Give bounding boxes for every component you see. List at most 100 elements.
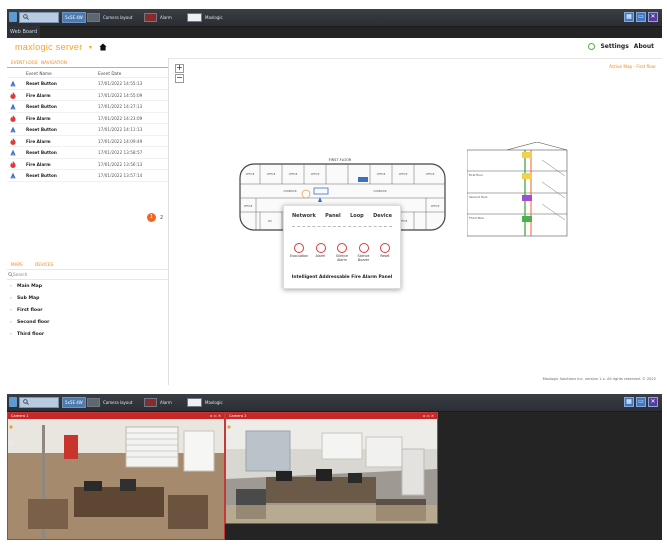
taskbar-item-label: Maxlogic (205, 15, 223, 20)
home-icon[interactable] (99, 43, 107, 51)
room-label: OFFICE (289, 173, 298, 176)
event-row[interactable]: Reset Button 17/01/2022 14:55:13 (7, 78, 168, 90)
zoom-in-button[interactable]: + (175, 64, 184, 73)
window-controls: ▦ ▭ ✕ (624, 12, 658, 22)
event-row[interactable]: Fire Alarm 17/01/2022 14:23:09 (7, 113, 168, 124)
selected-device-marker[interactable] (358, 177, 368, 182)
chevron-right-icon[interactable]: › (10, 296, 12, 301)
tab-event-logs[interactable]: Event Logs (11, 60, 38, 65)
reset-icon (10, 126, 16, 134)
map-canvas[interactable]: + − Active Map - First floor FIRST FLOOR… (169, 58, 662, 385)
event-row[interactable]: Reset Button 17/01/2022 13:58:57 (7, 147, 168, 159)
breadcrumb: Active Map - First floor (609, 64, 656, 69)
taskbar-item-camera-layout[interactable]: Camera layout (87, 12, 132, 23)
event-name: Reset Button (26, 173, 57, 178)
event-row[interactable]: Reset Button 17/01/2022 13:57:14 (7, 170, 168, 182)
chevron-right-icon[interactable]: › (10, 332, 12, 337)
event-name: Reset Button (26, 81, 57, 86)
map-item[interactable]: › Main Map (7, 281, 168, 293)
page-1-button[interactable]: 1 (147, 213, 156, 222)
room-label: OFFICE (246, 173, 255, 176)
layout-button[interactable]: 5x5E 4W (62, 12, 86, 23)
grid-view-button[interactable]: ▦ (624, 397, 634, 407)
event-name: Reset Button (26, 104, 57, 109)
chevron-right-icon[interactable]: › (10, 308, 12, 313)
search-input[interactable] (19, 12, 59, 23)
camera-pane-2[interactable]: Camera 2 ▫ ▭ ✕ (225, 412, 438, 524)
alarm-button[interactable]: Alarm (312, 243, 330, 262)
start-icon[interactable] (9, 12, 17, 22)
map-item[interactable]: › Third floor (7, 329, 168, 341)
map-item[interactable]: › First floor (7, 305, 168, 317)
settings-link[interactable]: Settings (600, 43, 628, 50)
camera-pane-1[interactable]: Camera 1 ▫ ▭ ✕ (7, 412, 225, 540)
silence-buzzer-button[interactable]: Silence Buzzer (355, 243, 373, 262)
panel-commands: Evacuation Alarm Silence Alarm Silence B… (290, 243, 394, 262)
reset-button[interactable]: Reset (376, 243, 394, 262)
room-label: OFFICE (431, 205, 440, 208)
taskbar-item-label: Alarm (160, 400, 172, 405)
single-view-button[interactable]: ▭ (636, 12, 646, 22)
taskbar-item-maxlogic[interactable]: Maxlogic (187, 397, 223, 408)
panel-title: Intelligent Addressable Fire Alarm Panel (291, 275, 393, 280)
maxlogic-app: maxlogic server ▾ Settings About Event L… (7, 38, 662, 385)
floor-plan-title: FIRST FLOOR (329, 158, 352, 162)
map-item-label: Main Map (17, 284, 43, 289)
map-tree: › Main Map › Sub Map › First floor › Second flo… (7, 281, 168, 341)
alarm-icon (315, 243, 326, 253)
search-input[interactable] (19, 397, 59, 408)
start-icon[interactable] (9, 397, 17, 407)
col-event-date[interactable]: Event Date (98, 71, 121, 76)
map-search-input[interactable]: Search (7, 270, 168, 280)
event-name: Fire Alarm (26, 161, 51, 167)
chevron-right-icon[interactable]: › (10, 320, 12, 325)
loop-label: Loop (350, 213, 364, 219)
header-actions: Settings About (588, 43, 654, 50)
about-link[interactable]: About (634, 43, 654, 50)
close-button[interactable]: ✕ (648, 397, 658, 407)
taskbar-item-camera-layout[interactable]: Camera layout (87, 397, 132, 408)
close-button[interactable]: ✕ (648, 12, 658, 22)
search-placeholder: Search (13, 272, 28, 277)
logo-dropdown-icon[interactable]: ▾ (89, 44, 92, 51)
evacuation-icon (294, 243, 304, 253)
col-event-name[interactable]: Event Name (26, 71, 52, 76)
reset-icon (380, 243, 390, 253)
event-row[interactable]: Fire Alarm 17/01/2022 14:09:49 (7, 136, 168, 147)
search-icon (23, 14, 29, 20)
left-panel: Event Logs Navigation Event Name Event D… (7, 58, 169, 385)
event-row[interactable]: Reset Button 17/01/2022 14:11:13 (7, 124, 168, 136)
taskbar-item-maxlogic[interactable]: Maxlogic (187, 12, 223, 23)
silence-alarm-button[interactable]: Silence Alarm (333, 243, 351, 262)
event-date: 17/01/2022 13:58:57 (98, 150, 143, 155)
chevron-right-icon[interactable]: › (10, 284, 12, 289)
section-third-floor: Third floor (468, 216, 485, 220)
map-item[interactable]: › Second floor (7, 317, 168, 329)
map-thumb (187, 398, 202, 407)
map-item[interactable]: › Sub Map (7, 293, 168, 305)
tab-navigation[interactable]: Navigation (41, 60, 67, 65)
room-label: CORRIDOR (284, 190, 297, 193)
event-table-header: Event Name Event Date (7, 69, 168, 78)
reset-icon (10, 103, 16, 111)
taskbar-item-alarm[interactable]: Alarm (144, 397, 172, 408)
taskbar-item-alarm[interactable]: Alarm (144, 12, 172, 23)
event-row[interactable]: Fire Alarm 17/01/2022 13:56:13 (7, 159, 168, 170)
single-view-button[interactable]: ▭ (636, 397, 646, 407)
tab-maps[interactable]: Maps (11, 262, 23, 267)
zoom-out-button[interactable]: − (175, 74, 184, 83)
reset-icon (10, 172, 16, 180)
window-tab[interactable]: Web Board (7, 26, 41, 38)
event-row[interactable]: Fire Alarm 17/01/2022 14:55:09 (7, 90, 168, 101)
evacuation-button[interactable]: Evacuation (290, 243, 308, 262)
event-date: 17/01/2022 14:09:49 (98, 138, 143, 144)
tab-devices[interactable]: Devices (35, 262, 53, 267)
map-item-label: Sub Map (17, 296, 40, 301)
page-2-button[interactable]: 2 (160, 215, 163, 221)
event-row[interactable]: Reset Button 17/01/2022 14:27:13 (7, 101, 168, 113)
grid-view-button[interactable]: ▦ (624, 12, 634, 22)
event-name: Fire Alarm (26, 92, 51, 98)
layout-button[interactable]: 5x5E 4W (62, 397, 86, 408)
building-section[interactable]: First floor Second floor Third floor (467, 142, 607, 242)
power-icon[interactable] (588, 43, 596, 50)
